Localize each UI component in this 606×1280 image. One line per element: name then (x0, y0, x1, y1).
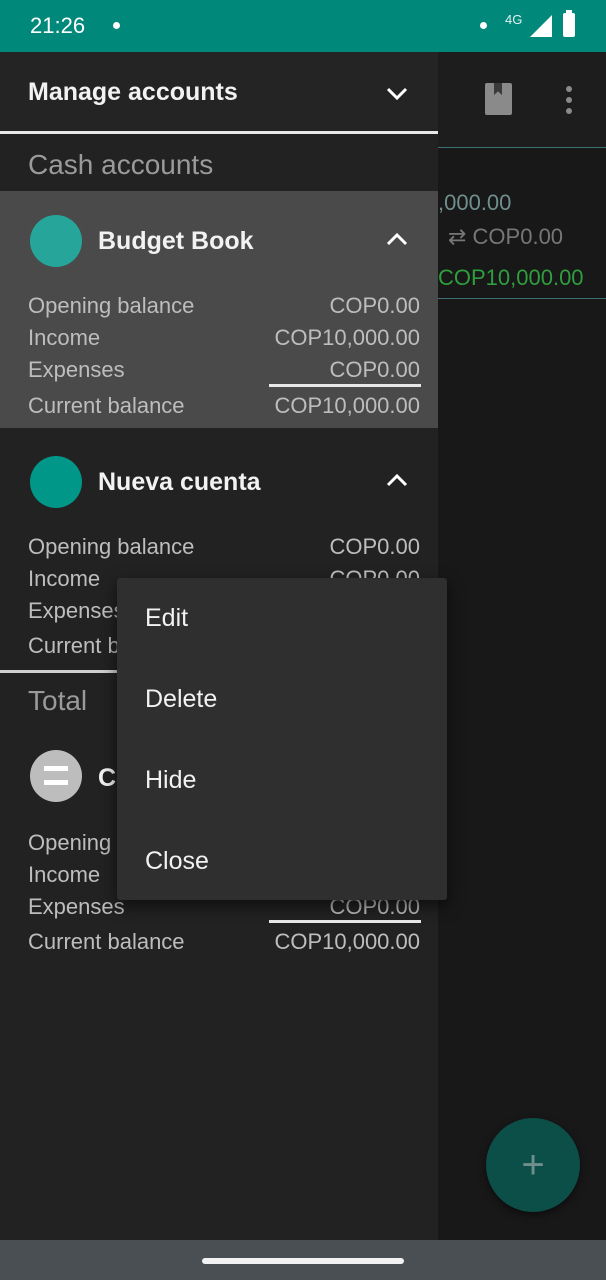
chevron-up-icon[interactable] (386, 229, 408, 251)
menu-item-close[interactable]: Close (117, 821, 447, 901)
chevron-up-icon[interactable] (386, 470, 408, 492)
add-fab-button[interactable]: + (486, 1118, 580, 1212)
account-name: Budget Book (98, 227, 254, 255)
chevron-down-icon[interactable] (386, 82, 408, 104)
battery-icon (563, 10, 575, 37)
account-name: Nueva cuenta (98, 468, 261, 496)
background-text: ,000.00 (438, 190, 512, 215)
section-total: Total (28, 685, 88, 716)
current-balance-label: Current balance (28, 393, 185, 418)
account-color-icon (30, 215, 82, 267)
sum-line (269, 920, 421, 923)
plus-icon: + (521, 1143, 545, 1187)
expenses-label: Expenses (28, 598, 125, 623)
background-transfer-text: ⇄ COP0.00 (448, 224, 564, 249)
account-context-menu: Edit Delete Hide Close (117, 578, 447, 900)
account-color-icon (30, 456, 82, 508)
book-icon[interactable] (485, 83, 512, 115)
income-value: COP10,000.00 (274, 325, 420, 350)
menu-item-edit[interactable]: Edit (117, 578, 447, 658)
expenses-value: COP0.00 (329, 357, 421, 382)
opening-balance-label: Opening (28, 830, 112, 855)
opening-balance-label: Opening balance (28, 293, 195, 318)
account-name: C (98, 764, 117, 792)
current-balance-value: COP10,000.00 (274, 393, 420, 418)
current-balance-label: Current b (28, 633, 120, 658)
drawer-header[interactable]: Manage accounts (0, 52, 438, 134)
expenses-label: Expenses (28, 357, 125, 382)
income-label: Income (28, 862, 101, 887)
income-label: Income (28, 325, 101, 350)
home-gesture-handle[interactable] (202, 1258, 404, 1264)
background-app: ,000.00 ⇄ COP0.00 COP10,000.00 (438, 52, 606, 1240)
menu-item-hide[interactable]: Hide (117, 740, 447, 820)
income-label: Income (28, 566, 101, 591)
opening-balance-value: COP0.00 (329, 534, 421, 559)
current-balance-value: COP10,000.00 (274, 929, 420, 954)
background-toolbar (438, 52, 606, 148)
menu-item-delete[interactable]: Delete (117, 659, 447, 739)
signal-icon (530, 15, 552, 37)
account-budget-book[interactable]: Budget Book Opening balance COP0.00 Inco… (0, 191, 438, 428)
status-bar: 21:26 4G (0, 0, 606, 52)
current-balance-label: Current balance (28, 929, 185, 954)
opening-balance-value: COP0.00 (329, 293, 421, 318)
drawer-title: Manage accounts (28, 78, 238, 106)
opening-balance-label: Opening balance (28, 534, 195, 559)
more-vert-icon[interactable] (566, 86, 572, 114)
network-type: 4G (505, 12, 523, 27)
status-time: 21:26 (30, 13, 86, 38)
navigation-bar (0, 1240, 606, 1280)
expenses-label: Expenses (28, 894, 125, 919)
equals-icon (30, 750, 82, 802)
background-balance-text: COP10,000.00 (438, 265, 584, 290)
status-dot-icon (480, 22, 487, 29)
section-cash-accounts: Cash accounts (28, 149, 214, 180)
sum-line (269, 384, 421, 387)
divider (438, 298, 606, 299)
notification-dot-icon (113, 22, 120, 29)
